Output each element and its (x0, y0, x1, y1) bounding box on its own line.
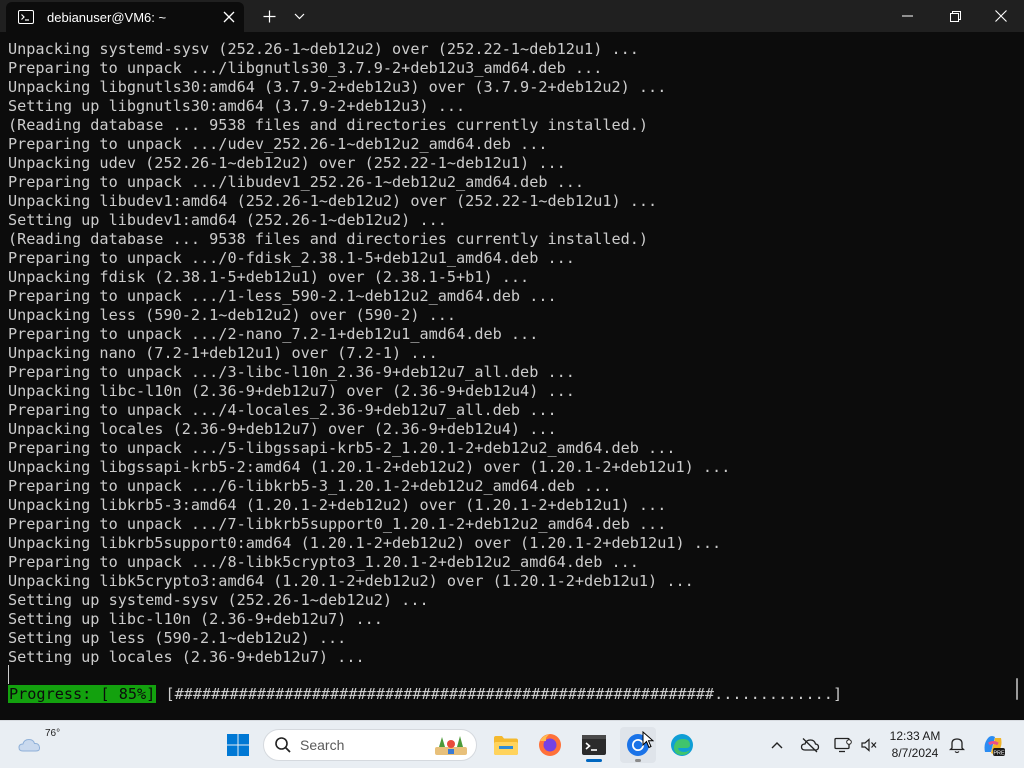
display-status-button[interactable] (830, 727, 856, 763)
tab-title: debianuser@VM6: ~ (47, 9, 167, 25)
terminal-line: Preparing to unpack .../7-libkrb5support… (8, 515, 667, 533)
terminal-line: Setting up libc-l10n (2.36-9+deb12u7) ..… (8, 610, 383, 628)
chrome-button[interactable] (620, 727, 656, 763)
notifications-button[interactable] (946, 727, 968, 763)
minimize-button[interactable] (884, 0, 930, 32)
terminal-line: Setting up libudev1:amd64 (252.26-1~deb1… (8, 211, 447, 229)
terminal-line: Unpacking libgnutls30:amd64 (3.7.9-2+deb… (8, 78, 667, 96)
terminal-line: Unpacking libgssapi-krb5-2:amd64 (1.20.1… (8, 458, 731, 476)
terminal-line: Unpacking udev (252.26-1~deb12u2) over (… (8, 154, 566, 172)
copilot-button[interactable]: PRE (978, 727, 1008, 763)
clock-time: 12:33 AM (889, 729, 941, 743)
windows-start-icon (227, 734, 249, 756)
start-button[interactable] (220, 727, 256, 763)
terminal-line: Unpacking libc-l10n (2.36-9+deb12u7) ove… (8, 382, 575, 400)
edge-button[interactable] (664, 727, 700, 763)
cloud-offline-icon (800, 738, 820, 753)
search-icon (275, 737, 291, 753)
terminal-line: Unpacking libkrb5support0:amd64 (1.20.1-… (8, 534, 722, 552)
terminal-line: Preparing to unpack .../6-libkrb5-3_1.20… (8, 477, 612, 495)
weather-temperature: 76° (45, 728, 61, 739)
text-cursor (8, 665, 9, 684)
monitor-icon (834, 737, 852, 753)
taskbar-search-box[interactable]: Search (263, 729, 477, 761)
progress-bar-text: [#######################################… (156, 685, 843, 703)
terminal-line: Unpacking less (590-2.1~deb12u2) over (5… (8, 306, 457, 324)
volume-button[interactable] (858, 727, 880, 763)
terminal-line: Preparing to unpack .../libudev1_252.26-… (8, 173, 585, 191)
bell-icon (949, 738, 965, 754)
running-indicator (586, 759, 602, 762)
terminal-icon (582, 735, 606, 755)
cloud-icon (18, 738, 41, 752)
svg-text:PRE: PRE (993, 750, 1005, 756)
terminal-line: (Reading database ... 9538 files and dir… (8, 116, 649, 134)
progress-label: Progress: [ 85%] (8, 685, 157, 703)
terminal-line: Preparing to unpack .../1-less_590-2.1~d… (8, 287, 557, 305)
weather-widget[interactable]: 76° (14, 727, 64, 763)
terminal-line: (Reading database ... 9538 files and dir… (8, 230, 649, 248)
terminal-line: Unpacking libkrb5-3:amd64 (1.20.1-2+deb1… (8, 496, 667, 514)
firefox-button[interactable] (532, 727, 568, 763)
terminal-line: Preparing to unpack .../2-nano_7.2-1+deb… (8, 325, 539, 343)
terminal-line: Preparing to unpack .../libgnutls30_3.7.… (8, 59, 603, 77)
terminal-line: Unpacking locales (2.36-9+deb12u7) over … (8, 420, 557, 438)
new-tab-button[interactable] (254, 0, 284, 32)
terminal-line: Preparing to unpack .../8-libk5crypto3_1… (8, 553, 639, 571)
show-hidden-icons-button[interactable] (764, 727, 790, 763)
terminal-line: Setting up locales (2.36-9+deb12u7) ... (8, 648, 365, 666)
scrollbar[interactable] (1016, 678, 1018, 700)
terminal-line: Unpacking systemd-sysv (252.26-1~deb12u2… (8, 40, 639, 58)
terminal-line: Unpacking fdisk (2.38.1-5+deb12u1) over … (8, 268, 530, 286)
terminal-line: Preparing to unpack .../5-libgssapi-krb5… (8, 439, 676, 457)
terminal-line: Setting up libgnutls30:amd64 (3.7.9-2+de… (8, 97, 466, 115)
file-explorer-button[interactable] (488, 727, 524, 763)
terminal-line: Preparing to unpack .../3-libc-l10n_2.36… (8, 363, 575, 381)
terminal-output-area[interactable]: Unpacking systemd-sysv (252.26-1~deb12u2… (0, 32, 1024, 720)
terminal-line: Setting up systemd-sysv (252.26-1~deb12u… (8, 591, 429, 609)
copilot-icon: PRE (984, 736, 1005, 756)
terminal-app-button[interactable] (576, 727, 612, 763)
maximize-button[interactable] (932, 0, 978, 32)
chevron-up-icon (771, 742, 783, 749)
clock-date: 8/7/2024 (891, 746, 939, 760)
edge-icon (671, 734, 693, 756)
system-clock[interactable]: 12:33 AM 8/7/2024 (884, 728, 946, 762)
title-bar: debianuser@VM6: ~ (0, 0, 1024, 32)
mouse-pointer-icon (642, 731, 654, 749)
search-placeholder: Search (300, 737, 345, 753)
search-highlight-illustration (435, 736, 467, 755)
network-status-button[interactable] (796, 727, 824, 763)
firefox-icon (539, 734, 561, 756)
chevron-down-icon[interactable] (284, 0, 314, 32)
taskbar: 76° Search 12:33 AM 8/7/2024 PRE (0, 720, 1024, 768)
progress-row: Progress: [ 85%] [######################… (8, 685, 842, 704)
terminal-line: Preparing to unpack .../0-fdisk_2.38.1-5… (8, 249, 575, 267)
terminal-line: Setting up less (590-2.1~deb12u2) ... (8, 629, 347, 647)
terminal-line: Preparing to unpack .../udev_252.26-1~de… (8, 135, 548, 153)
terminal-line: Unpacking libudev1:amd64 (252.26-1~deb12… (8, 192, 658, 210)
terminal-tab[interactable]: debianuser@VM6: ~ (6, 2, 244, 32)
terminal-line: Preparing to unpack .../4-locales_2.36-9… (8, 401, 557, 419)
terminal-line: Unpacking nano (7.2-1+deb12u1) over (7.2… (8, 344, 438, 362)
running-indicator (635, 759, 641, 762)
close-window-button[interactable] (978, 0, 1024, 32)
terminal-line: Unpacking libk5crypto3:amd64 (1.20.1-2+d… (8, 572, 694, 590)
folder-icon (494, 736, 518, 755)
terminal-tab-icon (17, 8, 35, 26)
volume-muted-icon (861, 738, 877, 752)
close-tab-icon[interactable] (214, 2, 244, 32)
terminal-log: Unpacking systemd-sysv (252.26-1~deb12u2… (8, 40, 1004, 667)
